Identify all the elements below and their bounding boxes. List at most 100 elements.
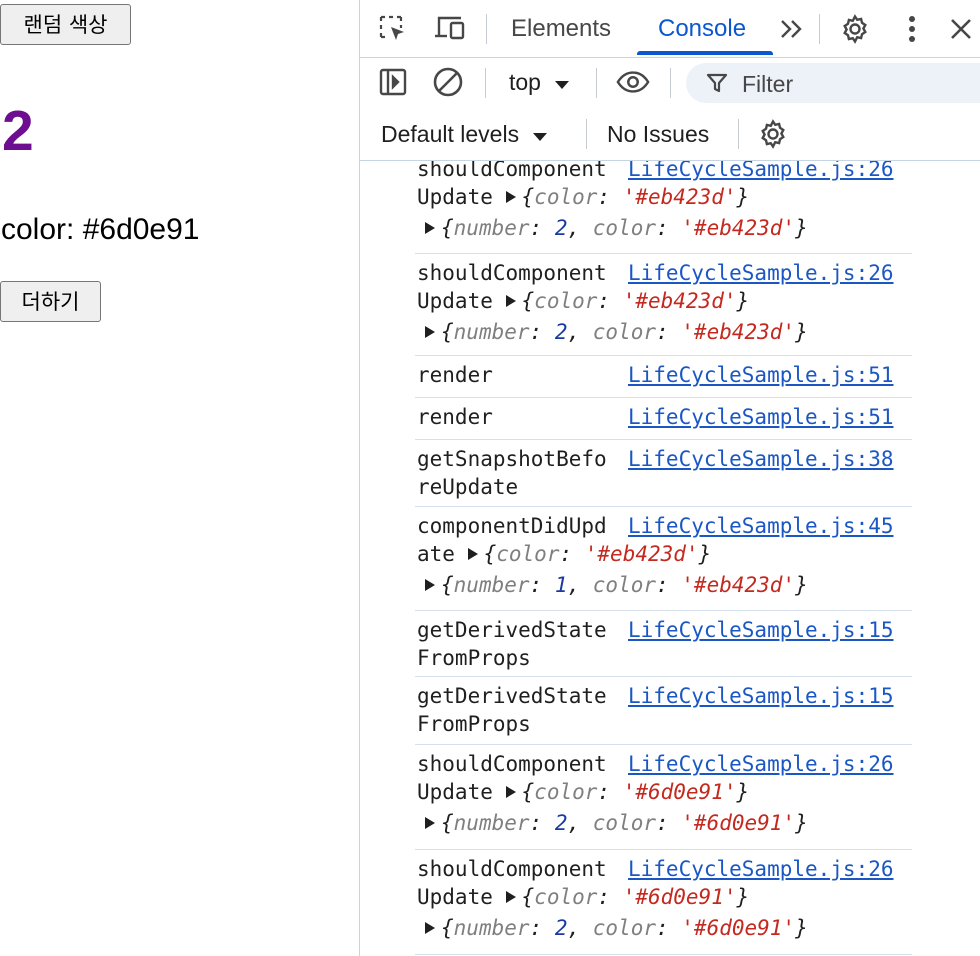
object-contents: {number: 1, color: '#eb423d'}: [441, 573, 808, 597]
object-contents: {number: 2, color: '#eb423d'}: [441, 216, 808, 240]
source-link[interactable]: LifeCycleSample.js:15: [628, 618, 894, 642]
object-value: 2: [554, 216, 568, 240]
object-key: color: [534, 885, 598, 909]
message-text-wrap: Update: [417, 885, 493, 909]
device-toolbar-icon[interactable]: [433, 12, 467, 46]
expand-triangle-icon[interactable]: [467, 548, 478, 560]
object-value: '#eb423d': [681, 216, 796, 240]
message-text-cont: ate {color: '#eb423d'}: [417, 542, 711, 566]
object-preview[interactable]: {color: '#eb423d'}: [505, 185, 749, 209]
message-text: getSnapshotBefo: [417, 447, 607, 471]
object-preview[interactable]: {color: '#6d0e91'}: [505, 885, 749, 909]
message-text: shouldComponent: [417, 161, 607, 181]
random-color-button[interactable]: 랜덤 색상: [0, 4, 131, 45]
live-expression-eye-icon[interactable]: [616, 65, 650, 99]
filter-placeholder: Filter: [742, 71, 794, 97]
expand-triangle-icon[interactable]: [505, 295, 516, 307]
object-contents: {number: 2, color: '#6d0e91'}: [441, 811, 808, 835]
clear-console-icon[interactable]: [431, 65, 465, 99]
object-key: color: [592, 216, 656, 240]
message-text-wrap: ate: [417, 542, 455, 566]
console-message: shouldComponent LifeCycleSample.js:26 Upda…: [415, 161, 912, 254]
inspect-element-icon[interactable]: [376, 12, 410, 46]
source-link[interactable]: LifeCycleSample.js:26: [628, 161, 894, 181]
object-value: '#eb423d': [622, 289, 737, 313]
object-preview[interactable]: {color: '#eb423d'}: [467, 542, 711, 566]
object-value: 1: [554, 573, 568, 597]
add-button[interactable]: 더하기: [0, 281, 101, 322]
expand-triangle-icon[interactable]: [505, 891, 516, 903]
sidebar-toggle-icon[interactable]: [376, 65, 410, 99]
object-preview[interactable]: {color: '#6d0e91'}: [505, 780, 749, 804]
close-icon[interactable]: [944, 12, 978, 46]
console-toolbar-secondary: Default levels No Issues: [360, 108, 980, 161]
source-link[interactable]: LifeCycleSample.js:26: [628, 261, 894, 285]
message-text-cont: Update {color: '#eb423d'}: [417, 289, 749, 313]
source-link[interactable]: LifeCycleSample.js:15: [628, 684, 894, 708]
log-levels-label: Default levels: [381, 121, 520, 147]
more-tabs-icon[interactable]: [775, 12, 809, 46]
message-text-cont: Update {color: '#6d0e91'}: [417, 885, 749, 909]
object-value: '#6d0e91': [622, 885, 737, 909]
source-link[interactable]: LifeCycleSample.js:45: [628, 514, 894, 538]
expand-triangle-icon[interactable]: [425, 817, 435, 829]
console-message: shouldComponent LifeCycleSample.js:26 Upda…: [415, 849, 912, 955]
object-value: '#eb423d': [681, 573, 796, 597]
object-preview[interactable]: {color: '#eb423d'}: [505, 289, 749, 313]
toolbar-divider: [738, 119, 739, 149]
message-text: render: [417, 363, 493, 387]
tab-divider: [819, 14, 820, 44]
console-message: render LifeCycleSample.js:51: [415, 355, 912, 398]
issues-button[interactable]: No Issues: [607, 121, 709, 148]
object-key: color: [496, 542, 560, 566]
message-text-cont: FromProps: [417, 646, 531, 670]
object-preview[interactable]: {number: 2, color: '#6d0e91'}: [425, 916, 808, 940]
message-text: getDerivedState: [417, 618, 607, 642]
object-key: color: [534, 289, 598, 313]
message-text: componentDidUpd: [417, 514, 607, 538]
filter-input[interactable]: Filter: [686, 63, 980, 103]
object-value: '#eb423d': [622, 185, 737, 209]
tab-elements[interactable]: Elements: [511, 15, 611, 43]
filter-icon: [706, 73, 728, 93]
more-options-icon[interactable]: [895, 12, 929, 46]
source-link[interactable]: LifeCycleSample.js:38: [628, 447, 894, 471]
devtools-panel: Elements Console top Filter Default leve…: [359, 0, 980, 956]
object-preview[interactable]: {number: 1, color: '#eb423d'}: [425, 573, 808, 597]
console-message: render LifeCycleSample.js:51: [415, 397, 912, 440]
object-preview[interactable]: {number: 2, color: '#eb423d'}: [425, 216, 808, 240]
expand-triangle-icon[interactable]: [425, 326, 435, 338]
object-key: number: [453, 216, 530, 240]
console-message: shouldComponent LifeCycleSample.js:26 Upda…: [415, 253, 912, 356]
log-levels-dropdown[interactable]: Default levels: [381, 121, 548, 148]
console-message: shouldComponent LifeCycleSample.js:26 Upda…: [415, 744, 912, 850]
object-contents: {number: 2, color: '#eb423d'}: [441, 320, 808, 344]
object-key: color: [534, 780, 598, 804]
object-value: '#eb423d': [681, 320, 796, 344]
context-selector[interactable]: top: [509, 69, 570, 96]
console-settings-icon[interactable]: [756, 117, 790, 151]
toolbar-divider: [485, 68, 486, 98]
message-text-wrap: FromProps: [417, 712, 531, 736]
settings-icon[interactable]: [838, 12, 872, 46]
message-text-wrap: reUpdate: [417, 475, 519, 499]
source-link[interactable]: LifeCycleSample.js:51: [628, 405, 894, 429]
object-preview[interactable]: {number: 2, color: '#6d0e91'}: [425, 811, 808, 835]
expand-triangle-icon[interactable]: [505, 191, 516, 203]
tab-console[interactable]: Console: [658, 15, 746, 43]
expand-triangle-icon[interactable]: [505, 786, 516, 798]
tab-divider: [486, 14, 487, 44]
console-message: getDerivedState LifeCycleSample.js:15 From…: [415, 610, 912, 677]
source-link[interactable]: LifeCycleSample.js:26: [628, 857, 894, 881]
toolbar-divider: [586, 119, 587, 149]
message-text: shouldComponent: [417, 752, 607, 776]
expand-triangle-icon[interactable]: [425, 579, 435, 591]
chevron-down-icon: [533, 133, 548, 141]
message-text-wrap: Update: [417, 185, 493, 209]
expand-triangle-icon[interactable]: [425, 222, 435, 234]
source-link[interactable]: LifeCycleSample.js:51: [628, 363, 894, 387]
source-link[interactable]: LifeCycleSample.js:26: [628, 752, 894, 776]
object-preview[interactable]: {number: 2, color: '#eb423d'}: [425, 320, 808, 344]
expand-triangle-icon[interactable]: [425, 922, 435, 934]
object-key: color: [534, 185, 598, 209]
